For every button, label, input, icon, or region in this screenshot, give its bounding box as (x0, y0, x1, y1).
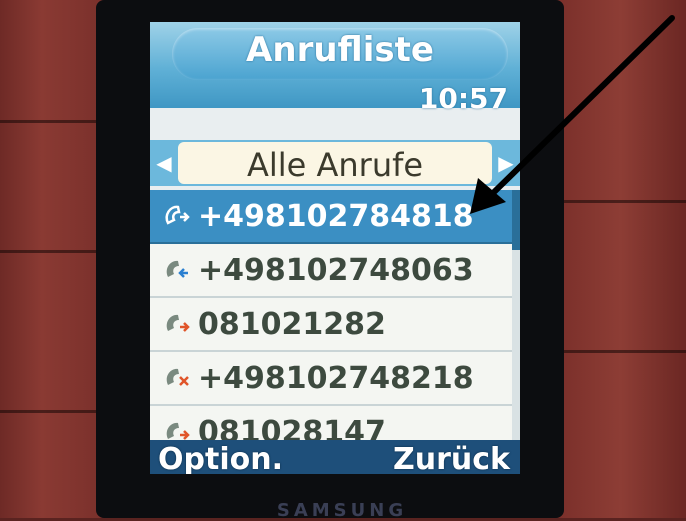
wood-background-left (0, 0, 104, 518)
scrollbar-thumb[interactable] (512, 190, 520, 250)
call-number: +498102784818 (198, 198, 474, 234)
options-softkey[interactable]: Option. (158, 442, 283, 474)
wood-seam (0, 410, 104, 413)
filter-tab-label: Alle Anrufe (246, 146, 424, 184)
wood-seam (556, 200, 686, 203)
call-list-item[interactable]: 081021282 (150, 298, 512, 352)
call-list-item[interactable]: +498102748063 (150, 244, 512, 298)
wood-background-right (556, 0, 686, 518)
wood-seam (556, 350, 686, 353)
wood-seam (0, 250, 104, 253)
received-call-icon (160, 253, 194, 287)
call-number: +498102748063 (198, 252, 474, 288)
dialed-call-icon (160, 307, 194, 341)
screen-title: Anrufliste (246, 30, 434, 70)
missed-call-icon (160, 361, 194, 395)
call-list-item[interactable]: +498102784818 (150, 190, 512, 244)
back-softkey[interactable]: Zurück (393, 442, 510, 474)
phone-screen: Anrufliste 10:57 ◀ Alle Anrufe ▶ +498102… (150, 22, 520, 474)
tab-right-arrow-icon[interactable]: ▶ (496, 150, 516, 176)
wood-seam (0, 120, 104, 123)
list-scrollbar[interactable] (512, 190, 520, 460)
call-number: +498102748218 (198, 360, 474, 396)
call-list-item[interactable]: +498102748218 (150, 352, 512, 406)
dialed-call-icon (160, 199, 194, 233)
call-list: +498102784818 +498102748063 081021282 +4… (150, 190, 520, 460)
clock: 10:57 (418, 82, 508, 115)
tab-left-arrow-icon[interactable]: ◀ (154, 150, 174, 176)
call-number: 081021282 (198, 306, 386, 342)
